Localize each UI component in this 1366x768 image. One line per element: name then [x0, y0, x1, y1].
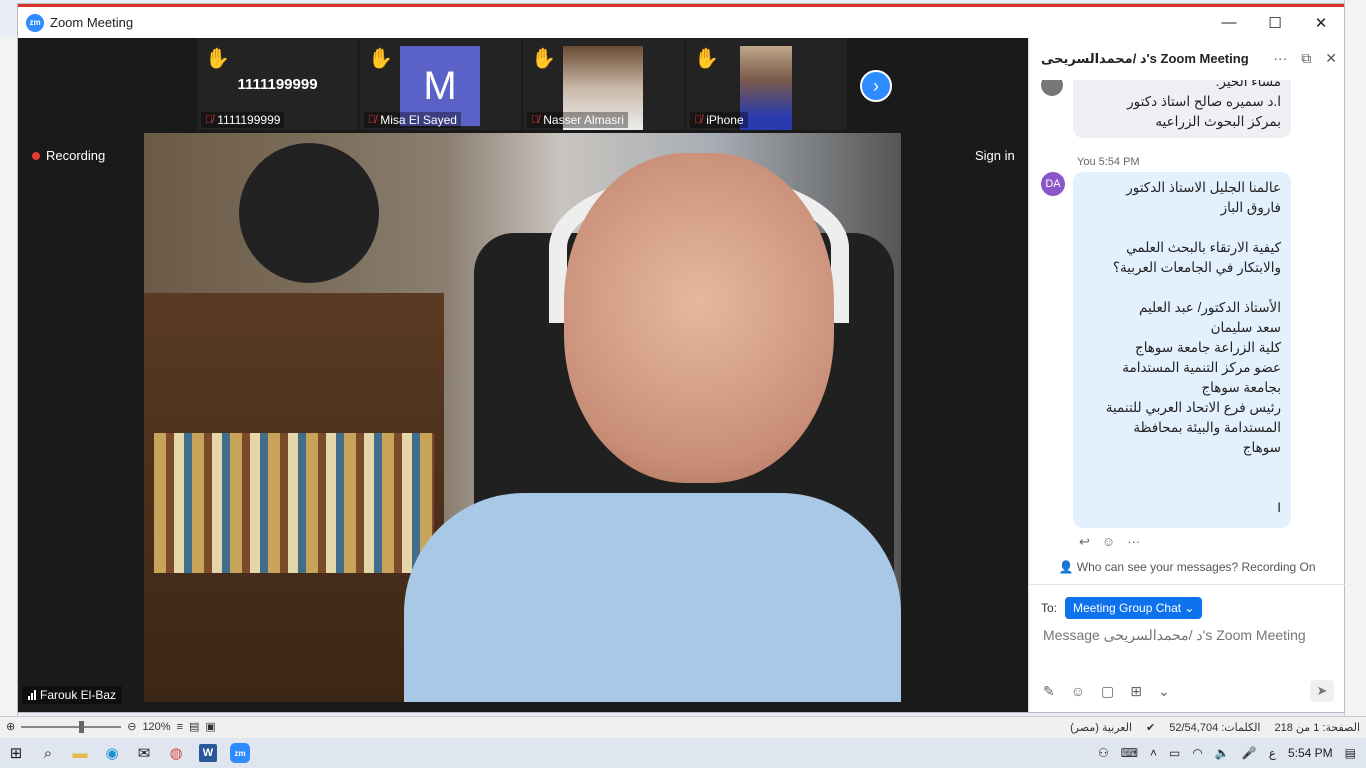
- participant-video: [740, 46, 792, 130]
- participant-display: 1111199999: [237, 76, 318, 93]
- file-icon[interactable]: ▢: [1101, 683, 1114, 700]
- participant-tile[interactable]: ✋ 🎙̸ Nasser Almasri: [523, 38, 684, 130]
- battery-icon[interactable]: ▭: [1169, 746, 1180, 760]
- word-right-panel: [1344, 0, 1366, 716]
- avatar: DA: [1041, 172, 1065, 196]
- avatar: [1041, 80, 1063, 96]
- participant-label: 🎙̸ Nasser Almasri: [527, 112, 628, 128]
- active-speaker-label: Farouk El-Baz: [22, 686, 123, 704]
- participant-label: 🎙̸ iPhone: [690, 112, 748, 128]
- chat-message-self: عالمنا الجليل الاستاذ الدكتور فاروق البا…: [1073, 172, 1291, 528]
- format-icon[interactable]: ✎: [1043, 683, 1055, 700]
- send-button[interactable]: ➤: [1310, 680, 1334, 702]
- language[interactable]: العربية (مصر): [1070, 721, 1132, 734]
- word-status-bar: ⊕ ⊖ 120% ≡ ▤ ▣ الصفحة: 1 من 218 الكلمات:…: [0, 716, 1366, 738]
- person-icon: 👤: [1058, 560, 1074, 574]
- zoom-app-icon[interactable]: zm: [224, 738, 256, 768]
- close-icon[interactable]: ✕: [1325, 50, 1337, 67]
- edge-icon[interactable]: ◉: [96, 738, 128, 768]
- next-page-arrow-icon[interactable]: ›: [860, 70, 892, 102]
- raised-hand-icon: ✋: [694, 48, 719, 70]
- recipient-row: To: Meeting Group Chat ⌄: [1041, 597, 1203, 619]
- emoji-reaction-icon[interactable]: ☺: [1102, 534, 1115, 548]
- raised-hand-icon: ✋: [368, 48, 393, 70]
- desktop: zm Zoom Meeting — ☐ ✕ ✋ 1111199999 🎙̸ 111…: [0, 0, 1366, 768]
- zoom-level[interactable]: 120%: [142, 721, 170, 733]
- start-icon[interactable]: ⊞: [0, 738, 32, 768]
- clock[interactable]: 5:54 PM: [1288, 746, 1333, 760]
- raised-hand-icon: ✋: [531, 48, 556, 70]
- view-web-icon[interactable]: ▤: [189, 720, 199, 733]
- signin-link[interactable]: Sign in: [975, 148, 1015, 163]
- meeting-area: ✋ 1111199999 🎙̸ 1111199999 ✋ M 🎙̸ Misa El …: [18, 38, 1028, 712]
- signal-icon: [28, 690, 36, 700]
- title-bar: zm Zoom Meeting — ☐ ✕: [18, 7, 1344, 38]
- search-icon[interactable]: ⌕: [32, 738, 64, 768]
- volume-icon[interactable]: 🔈: [1215, 746, 1230, 760]
- participant-tile[interactable]: ✋ M 🎙̸ Misa El Sayed: [360, 38, 521, 130]
- participant-label: 🎙̸ 1111199999: [201, 112, 285, 128]
- speaker-video: [144, 133, 901, 702]
- chat-message: مساء الخير. ا.د سميره صالح استاذ دكتور ب…: [1073, 80, 1291, 138]
- page-count[interactable]: الصفحة: 1 من 218: [1275, 721, 1361, 734]
- view-draft-icon[interactable]: ≡: [177, 721, 183, 733]
- keyboard-icon[interactable]: ⌨: [1121, 746, 1138, 760]
- zoom-slider[interactable]: [21, 720, 122, 733]
- participant-label: 🎙̸ Misa El Sayed: [364, 112, 461, 128]
- close-button[interactable]: ✕: [1298, 7, 1344, 38]
- participant-tile[interactable]: ✋ 1111199999 🎙̸ 1111199999: [197, 38, 358, 130]
- chrome-icon[interactable]: ◍: [160, 738, 192, 768]
- emoji-icon[interactable]: ☺: [1071, 683, 1085, 700]
- input-language[interactable]: ع: [1269, 746, 1276, 760]
- muted-mic-icon: 🎙̸: [368, 114, 377, 126]
- muted-mic-icon: 🎙̸: [205, 114, 214, 126]
- participant-strip: ✋ 1111199999 🎙̸ 1111199999 ✋ M 🎙̸ Misa El …: [197, 38, 847, 130]
- zoom-out-icon[interactable]: ⊖: [127, 720, 136, 733]
- reply-icon[interactable]: ↩: [1079, 534, 1090, 548]
- mail-icon[interactable]: ✉: [128, 738, 160, 768]
- chat-panel: د /محمدالسريحى's Zoom Meeting ··· ⧉ ✕ مس…: [1028, 38, 1345, 712]
- recording-dot-icon: [32, 151, 40, 160]
- recording-indicator[interactable]: Recording: [32, 148, 105, 163]
- raised-hand-icon: ✋: [205, 48, 230, 70]
- maximize-button[interactable]: ☐: [1252, 7, 1298, 38]
- chat-title: د /محمدالسريحى's Zoom Meeting: [1041, 51, 1249, 66]
- word-count[interactable]: الكلمات: 52/54,704: [1169, 721, 1260, 734]
- mic-icon[interactable]: 🎤: [1242, 746, 1257, 760]
- participant-tile[interactable]: ✋ 🎙̸ iPhone: [686, 38, 847, 130]
- more-icon[interactable]: ···: [1127, 534, 1140, 548]
- message-list[interactable]: مساء الخير. ا.د سميره صالح استاذ دكتور ب…: [1029, 80, 1345, 548]
- privacy-notice[interactable]: 👤 Who can see your messages? Recording O…: [1029, 560, 1345, 574]
- window-title: Zoom Meeting: [50, 15, 134, 30]
- proofing-icon[interactable]: ✔: [1146, 721, 1155, 734]
- zoom-window: zm Zoom Meeting — ☐ ✕ ✋ 1111199999 🎙̸ 111…: [18, 4, 1345, 712]
- notification-icon[interactable]: ▤: [1345, 746, 1356, 760]
- minimize-button[interactable]: —: [1206, 7, 1252, 38]
- message-input[interactable]: [1043, 627, 1333, 643]
- view-print-icon[interactable]: ▣: [205, 720, 215, 733]
- zoom-logo-icon: zm: [26, 13, 44, 32]
- more-icon[interactable]: ···: [1273, 50, 1287, 67]
- screenshot-icon[interactable]: ⊞: [1130, 683, 1142, 700]
- wifi-icon[interactable]: ◠: [1192, 746, 1202, 760]
- taskbar: ⊞ ⌕ ▬ ◉ ✉ ◍ W zm ⚇ ⌨ ˄ ▭ ◠ 🔈 🎤 ع 5:54 PM…: [0, 738, 1366, 768]
- system-tray: ⚇ ⌨ ˄ ▭ ◠ 🔈 🎤 ع 5:54 PM ▤: [1098, 738, 1356, 768]
- popout-icon[interactable]: ⧉: [1301, 50, 1311, 67]
- people-icon[interactable]: ⚇: [1098, 746, 1109, 760]
- word-icon[interactable]: W: [192, 738, 224, 768]
- chevron-down-icon[interactable]: ⌄: [1158, 683, 1170, 700]
- chat-header: د /محمدالسريحى's Zoom Meeting ··· ⧉ ✕: [1029, 38, 1345, 80]
- recipient-dropdown[interactable]: Meeting Group Chat ⌄: [1065, 597, 1203, 619]
- muted-mic-icon: 🎙̸: [531, 114, 540, 126]
- chevron-up-icon[interactable]: ˄: [1150, 746, 1157, 760]
- muted-mic-icon: 🎙̸: [694, 114, 703, 126]
- zoom-in-icon[interactable]: ⊕: [6, 720, 15, 733]
- file-explorer-icon[interactable]: ▬: [64, 738, 96, 768]
- message-meta: You 5:54 PM: [1077, 156, 1140, 168]
- word-left-ruler: [0, 36, 18, 716]
